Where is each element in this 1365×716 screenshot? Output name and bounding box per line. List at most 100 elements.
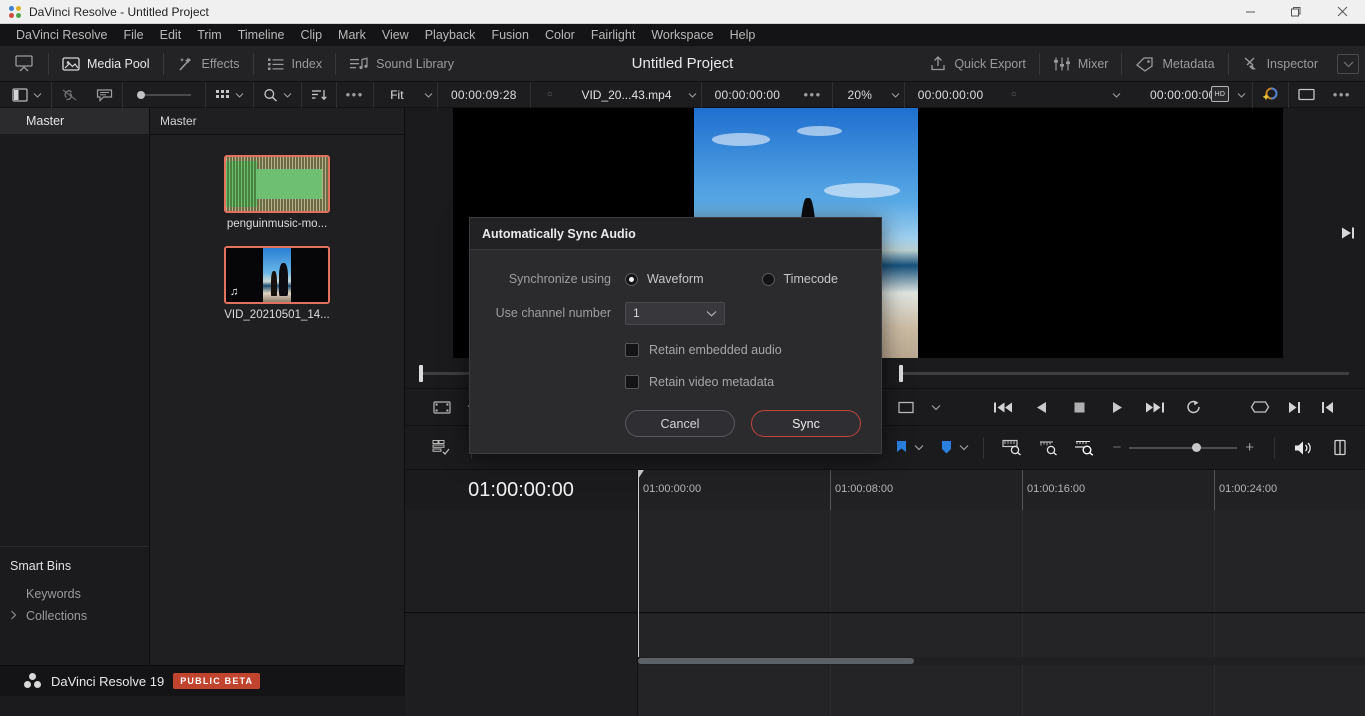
sidebar-item-collections[interactable]: Collections bbox=[0, 605, 149, 627]
scrubber-handle[interactable] bbox=[419, 364, 423, 382]
minimize-icon[interactable] bbox=[1227, 0, 1273, 23]
thumbnail-size-slider[interactable] bbox=[123, 82, 205, 107]
chevron-right-icon[interactable] bbox=[10, 610, 20, 623]
zoom-slider-knob[interactable] bbox=[1191, 442, 1201, 452]
stop-icon[interactable] bbox=[1064, 393, 1094, 421]
chevron-down-icon[interactable] bbox=[684, 82, 701, 107]
timeline-playhead[interactable] bbox=[638, 510, 639, 657]
play-forward-icon[interactable] bbox=[1102, 393, 1132, 421]
clip-thumbnail[interactable]: ♫ bbox=[224, 246, 330, 304]
chevron-down-icon[interactable] bbox=[914, 444, 924, 451]
sound-library-button[interactable]: Sound Library bbox=[336, 46, 467, 81]
unlink-clips-button[interactable] bbox=[52, 82, 87, 107]
track-grid-audio[interactable] bbox=[638, 614, 1365, 716]
chevron-down-icon[interactable] bbox=[1337, 53, 1359, 74]
menu-mark[interactable]: Mark bbox=[330, 24, 374, 46]
menu-color[interactable]: Color bbox=[537, 24, 583, 46]
color-fx-button[interactable] bbox=[1253, 82, 1288, 107]
menu-edit[interactable]: Edit bbox=[152, 24, 190, 46]
source-clip-name[interactable]: VID_20...43.mp4 bbox=[569, 82, 683, 107]
chevron-down-icon[interactable] bbox=[921, 393, 951, 421]
quick-export-button[interactable]: Quick Export bbox=[916, 46, 1039, 81]
playhead[interactable] bbox=[638, 470, 644, 510]
timeline-current-timecode[interactable]: 01:00:00:00 bbox=[405, 470, 638, 510]
media-pool-clip-audio[interactable]: penguinmusic-mo... bbox=[224, 155, 330, 230]
skip-to-end-button[interactable] bbox=[1331, 108, 1365, 358]
media-pool-button[interactable]: Media Pool bbox=[49, 46, 163, 81]
timeline-marker-icon[interactable]: ○ bbox=[996, 82, 1031, 107]
maximize-icon[interactable] bbox=[1273, 0, 1319, 23]
retain-video-metadata-row[interactable]: Retain video metadata bbox=[625, 368, 881, 396]
chevron-down-icon[interactable] bbox=[283, 92, 292, 98]
slider-knob[interactable] bbox=[136, 90, 145, 99]
timeline-view-mode-button[interactable] bbox=[891, 393, 921, 421]
overflow-menu-icon[interactable]: ••• bbox=[793, 82, 832, 107]
jump-to-start-icon[interactable] bbox=[988, 393, 1018, 421]
jump-to-end-icon[interactable] bbox=[1140, 393, 1170, 421]
menu-fusion[interactable]: Fusion bbox=[483, 24, 537, 46]
speaker-button[interactable] bbox=[1289, 434, 1319, 462]
zoom-full-button[interactable] bbox=[1070, 434, 1100, 462]
zoom-out-button[interactable]: − bbox=[1112, 439, 1121, 456]
split-view-button[interactable] bbox=[1325, 434, 1355, 462]
checkbox-indicator[interactable] bbox=[625, 343, 639, 357]
chevron-down-icon[interactable] bbox=[235, 92, 244, 98]
sync-button[interactable]: Sync bbox=[751, 410, 861, 437]
sidebar-item-keywords[interactable]: › Keywords bbox=[0, 583, 149, 605]
checkbox-indicator[interactable] bbox=[625, 375, 639, 389]
source-timecode[interactable]: 00:00:09:28 bbox=[438, 82, 530, 107]
viewer-toggle-button[interactable] bbox=[0, 46, 48, 81]
mark-out-icon[interactable] bbox=[1279, 393, 1309, 421]
timeline-ruler[interactable]: 01:00:00:00 01:00:08:00 01:00:16:00 01:0… bbox=[638, 470, 1365, 510]
chevron-down-icon[interactable] bbox=[1231, 82, 1252, 107]
track-header-audio[interactable] bbox=[405, 614, 638, 716]
annotation-button[interactable] bbox=[87, 82, 122, 107]
timeline-zoom-slider[interactable]: − + bbox=[1106, 439, 1260, 456]
source-viewer-mode-button[interactable] bbox=[427, 393, 457, 421]
clip-thumbnail[interactable] bbox=[224, 155, 330, 213]
loop-icon[interactable] bbox=[1178, 393, 1208, 421]
menu-help[interactable]: Help bbox=[722, 24, 764, 46]
close-icon[interactable] bbox=[1319, 0, 1365, 23]
timeline-timecode[interactable]: 00:00:00:00 bbox=[905, 82, 997, 107]
mixer-button[interactable]: Mixer bbox=[1040, 46, 1122, 81]
mark-in-icon[interactable] bbox=[1313, 393, 1343, 421]
inout-range-icon[interactable] bbox=[1245, 393, 1275, 421]
menu-fairlight[interactable]: Fairlight bbox=[583, 24, 643, 46]
play-reverse-icon[interactable] bbox=[1026, 393, 1056, 421]
menu-file[interactable]: File bbox=[115, 24, 151, 46]
zoom-fit-dropdown[interactable]: Fit bbox=[374, 82, 420, 107]
zoom-in-button[interactable]: + bbox=[1245, 439, 1254, 456]
timeline-scrubber[interactable] bbox=[899, 364, 1349, 382]
scrubber-handle[interactable] bbox=[899, 364, 903, 382]
chevron-down-icon[interactable] bbox=[1031, 82, 1134, 107]
source-marker-icon[interactable]: ○ bbox=[531, 82, 570, 107]
scrollbar-thumb[interactable] bbox=[638, 658, 915, 664]
radio-indicator[interactable] bbox=[625, 272, 638, 286]
overflow-menu-button[interactable]: ••• bbox=[1324, 82, 1365, 107]
menu-view[interactable]: View bbox=[374, 24, 417, 46]
marker-button[interactable] bbox=[940, 440, 969, 455]
radio-waveform[interactable]: Waveform bbox=[625, 272, 704, 286]
zoom-slider-track[interactable] bbox=[1129, 442, 1238, 452]
media-pool-clip-video[interactable]: ♫ VID_20210501_14... bbox=[224, 246, 330, 321]
more-options-button[interactable]: ••• bbox=[337, 82, 373, 107]
timeline-tracks[interactable] bbox=[405, 510, 1365, 716]
menu-playback[interactable]: Playback bbox=[417, 24, 484, 46]
menu-trim[interactable]: Trim bbox=[189, 24, 230, 46]
zoom-detail-button[interactable] bbox=[1034, 434, 1064, 462]
track-header-video[interactable] bbox=[405, 510, 638, 612]
search-button[interactable] bbox=[254, 82, 301, 107]
radio-timecode[interactable]: Timecode bbox=[761, 272, 838, 286]
chevron-down-icon[interactable] bbox=[420, 82, 437, 107]
channel-number-select[interactable]: 1 bbox=[625, 301, 725, 325]
metadata-button[interactable]: Metadata bbox=[1122, 46, 1227, 81]
radio-indicator[interactable] bbox=[761, 272, 775, 286]
chevron-down-icon[interactable] bbox=[33, 92, 42, 98]
bin-item-master[interactable]: Master bbox=[0, 108, 149, 134]
thumbnail-view-button[interactable] bbox=[206, 82, 253, 107]
retain-embedded-audio-row[interactable]: Retain embedded audio bbox=[625, 336, 881, 364]
cancel-button[interactable]: Cancel bbox=[625, 410, 735, 437]
menu-clip[interactable]: Clip bbox=[293, 24, 331, 46]
timeline-horizontal-scrollbar[interactable] bbox=[638, 657, 1365, 665]
